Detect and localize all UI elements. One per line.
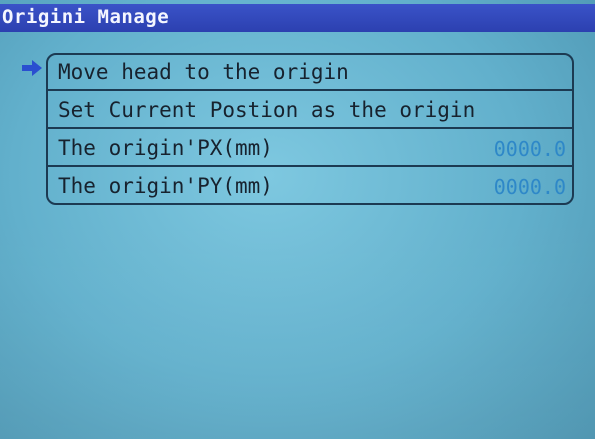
menu-item-origin-px[interactable]: The origin'PX(mm) 0000.0 <box>48 129 572 167</box>
origin-menu: Move head to the origin Set Current Post… <box>46 53 574 205</box>
menu-item-origin-py[interactable]: The origin'PY(mm) 0000.0 <box>48 167 572 203</box>
origin-px-value[interactable]: 0000.0 <box>494 137 566 161</box>
menu-item-label: Set Current Postion as the origin <box>58 98 476 122</box>
lcd-screen: Origini Manage Move head to the origin S… <box>0 0 595 439</box>
origin-py-value[interactable]: 0000.0 <box>494 175 566 199</box>
right-arrow-icon <box>22 60 42 76</box>
menu-item-label: Move head to the origin <box>58 60 349 84</box>
menu-item-label: The origin'PY(mm) <box>58 174 273 198</box>
menu-item-move-head[interactable]: Move head to the origin <box>48 55 572 91</box>
screen-glare <box>0 210 595 439</box>
menu-item-label: The origin'PX(mm) <box>58 136 273 160</box>
menu-item-set-origin[interactable]: Set Current Postion as the origin <box>48 91 572 129</box>
title-bar: Origini Manage <box>0 4 595 32</box>
screen-title: Origini Manage <box>2 6 170 28</box>
